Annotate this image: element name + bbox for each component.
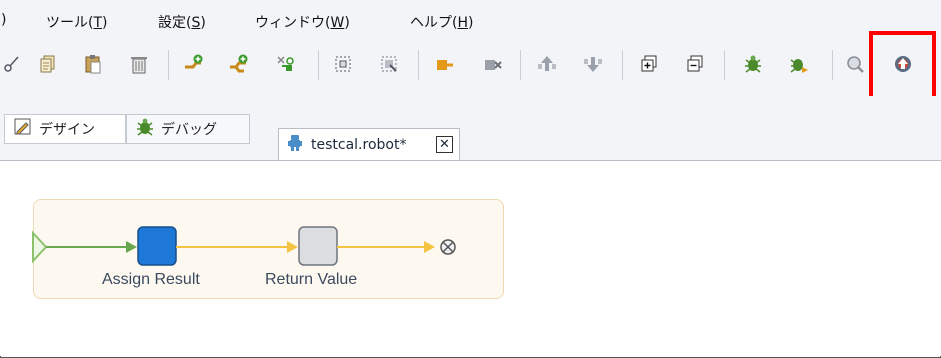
flow-arrow-head [126,241,137,253]
cut-icon[interactable] [0,50,26,78]
editor-tab-label: testcal.robot* [311,136,407,153]
menu-tools[interactable]: ツール(T) [46,12,108,32]
move-up-icon[interactable] [534,50,560,78]
toolbar-separator [832,50,833,80]
toolbar-separator [622,50,623,80]
perspective-design-tab[interactable]: デザイン [4,114,126,144]
move-down-icon[interactable] [580,50,606,78]
copy-icon[interactable] [36,50,62,78]
bug-icon [135,117,155,141]
step-label-return-value: Return Value [265,271,358,288]
step-label-assign-result: Assign Result [102,271,200,288]
menu-window[interactable]: ウィンドウ(W) [255,12,350,32]
toolbar [0,38,941,96]
perspective-debug-label: デバッグ [161,122,217,138]
flow-arrow-head [424,241,435,253]
menu-window-label: ウィンドウ( [255,15,331,31]
expand-icon[interactable] [636,50,662,78]
step-node-return-value[interactable] [298,226,338,266]
add-step-icon[interactable] [180,50,206,78]
remove-action-icon[interactable] [480,50,506,78]
menu-settings[interactable]: 設定(S) [158,12,206,32]
toolbar-separator [318,50,319,80]
menu-window-suffix: ) [344,15,350,31]
design-pencil-icon [13,117,33,141]
delete-icon[interactable] [126,50,152,78]
toolbar-separator [520,50,521,80]
paste-icon[interactable] [80,50,106,78]
add-branch-icon[interactable] [225,50,251,78]
robot-canvas[interactable]: Assign Result Return Value [0,161,941,356]
collapse-icon[interactable] [682,50,708,78]
perspective-design-label: デザイン [39,122,95,138]
menu-tools-suffix: ) [102,15,108,31]
menu-item-partial[interactable]: ) [1,12,6,28]
menu-help-label: ヘルプ( [410,15,458,31]
menu-settings-suffix: ) [200,15,206,31]
menu-bar: ) ツール(T) 設定(S) ウィンドウ(W) ヘルプ(H) [0,0,941,38]
debug-run-icon[interactable] [740,50,766,78]
insert-action-icon[interactable] [432,50,458,78]
robot-icon [287,134,303,156]
perspective-bar: デザイン デバッグ [0,96,941,160]
perspective-debug-tab[interactable]: デバッグ [126,114,250,144]
add-try-icon[interactable] [272,50,298,78]
menu-help-mnemonic: H [457,15,468,31]
select-group-icon[interactable] [330,50,356,78]
ungroup-icon[interactable] [376,50,402,78]
menu-window-mnemonic: W [330,15,345,31]
start-node-icon[interactable] [32,230,48,264]
menu-help[interactable]: ヘルプ(H) [410,12,473,32]
menu-settings-label: 設定( [158,15,192,31]
editor-tab[interactable]: testcal.robot* ✕ [278,128,460,160]
menu-help-suffix: ) [468,15,474,31]
flow-arrow-head [287,241,298,253]
toolbar-separator [418,50,419,80]
toolbar-separator [168,50,169,80]
end-node-icon[interactable] [440,239,456,255]
search-icon[interactable] [842,50,868,78]
menu-tools-label: ツール( [46,15,94,31]
debug-step-icon[interactable] [786,50,812,78]
close-icon[interactable]: ✕ [436,136,453,153]
menu-tools-mnemonic: T [93,15,103,31]
flow-diagram [32,226,456,266]
step-node-assign-result[interactable] [137,226,177,266]
toolbar-separator [724,50,725,80]
